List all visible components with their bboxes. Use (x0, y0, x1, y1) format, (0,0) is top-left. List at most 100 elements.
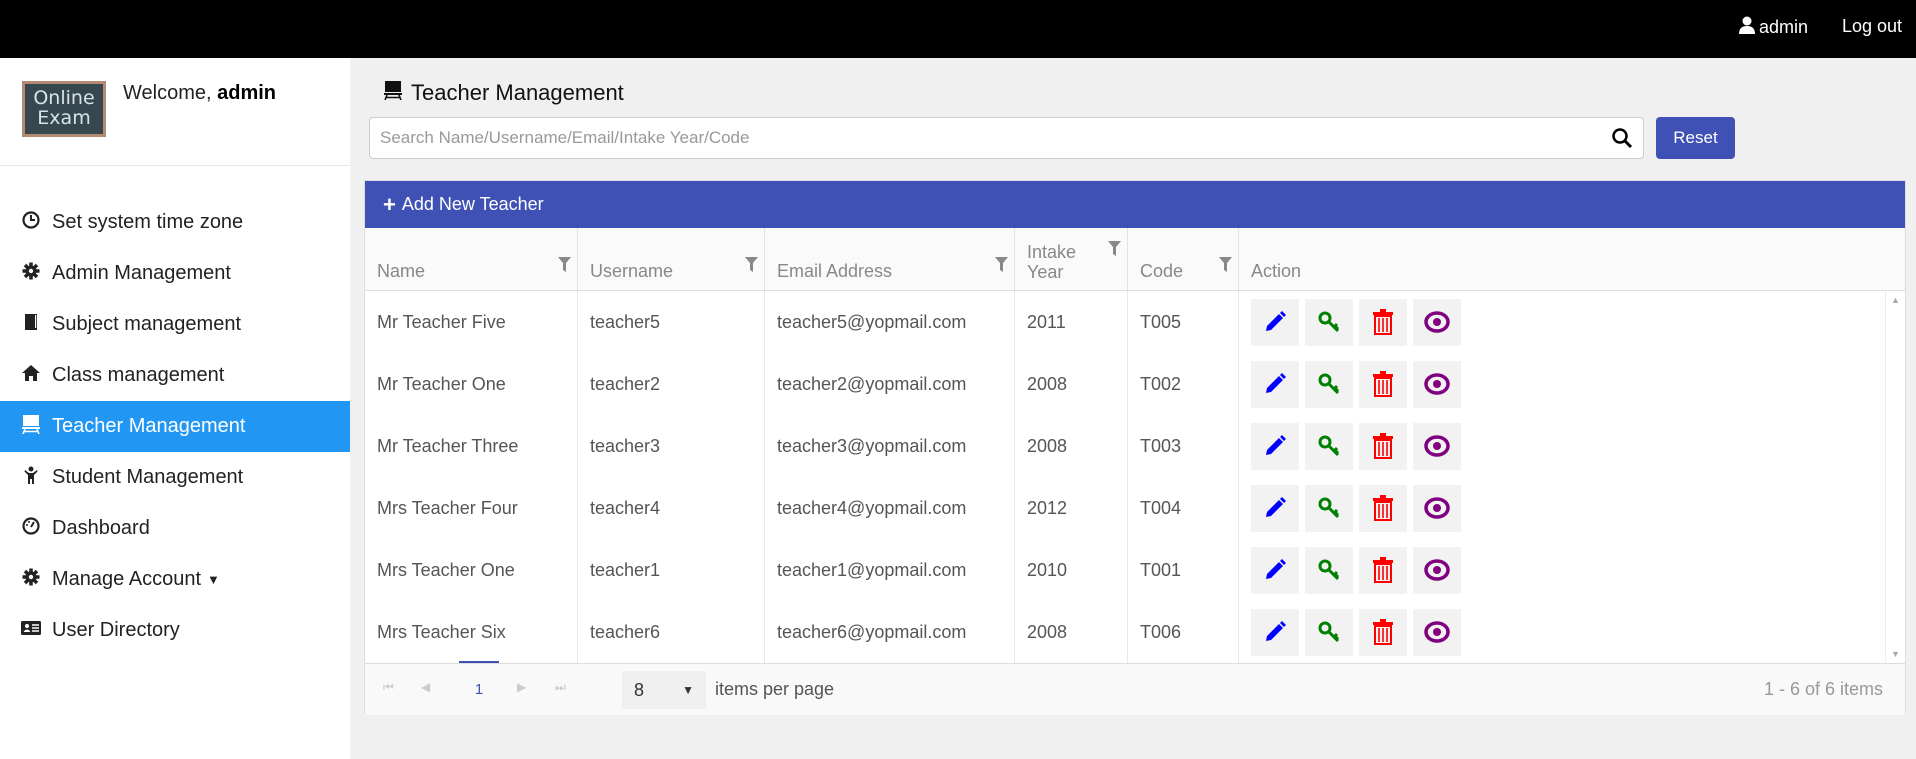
column-header-action[interactable]: Action (1239, 228, 1887, 290)
sidebar-item-label: Student Management (52, 466, 244, 488)
sidebar-item-student-management[interactable]: Student Management (0, 452, 350, 503)
sidebar-item-user-directory[interactable]: User Directory (0, 605, 350, 656)
eye-icon (1424, 497, 1450, 519)
delete-button[interactable] (1359, 422, 1407, 470)
sidebar-item-label: Class management (52, 364, 225, 386)
page-number[interactable]: 1 (459, 661, 499, 698)
filter-icon[interactable] (558, 256, 571, 277)
table-row[interactable]: Mrs Teacher Six teacher6 teacher6@yopmail.… (365, 601, 1905, 663)
cell-actions (1239, 291, 1887, 353)
reset-password-button[interactable] (1305, 546, 1353, 594)
edit-button[interactable] (1251, 484, 1299, 532)
column-header-intake-year[interactable]: Intake Year (1015, 228, 1128, 290)
last-page-icon[interactable]: ⏭ (555, 680, 566, 695)
column-header-label: Action (1251, 261, 1302, 281)
add-new-teacher-label: Add New Teacher (401, 194, 544, 214)
view-button[interactable] (1413, 546, 1461, 594)
column-header-username[interactable]: Username (578, 228, 765, 290)
view-button[interactable] (1413, 484, 1461, 532)
table-row[interactable]: Mr Teacher Five teacher5 teacher5@yopmail.… (365, 291, 1905, 353)
reset-password-button[interactable] (1305, 422, 1353, 470)
page-size-select[interactable]: 8 ▼ (622, 671, 706, 709)
dashboard-icon (20, 517, 42, 540)
cell-username: teacher5 (578, 291, 765, 353)
user-name: admin (1758, 17, 1808, 37)
cell-email: teacher5@yopmail.com (765, 291, 1015, 353)
view-button[interactable] (1413, 298, 1461, 346)
filter-icon[interactable] (1108, 240, 1121, 261)
table-row[interactable]: Mr Teacher Three teacher3 teacher3@yopmail… (365, 415, 1905, 477)
cell-name: Mr Teacher Five (365, 291, 578, 353)
cell-username: teacher4 (578, 477, 765, 539)
sidebar-item-manage-account[interactable]: Manage Account ▼ (0, 554, 350, 605)
search-input[interactable] (370, 118, 1590, 158)
delete-button[interactable] (1359, 608, 1407, 656)
trash-icon (1372, 433, 1394, 459)
edit-button[interactable] (1251, 608, 1299, 656)
user-menu[interactable]: admin (1738, 16, 1808, 39)
divider (0, 165, 350, 166)
cell-intake-year: 2011 (1015, 291, 1128, 353)
column-header-label: Username (590, 261, 674, 281)
key-icon (1317, 310, 1341, 334)
column-header-email-address[interactable]: Email Address (765, 228, 1015, 290)
cell-name: Mrs Teacher Four (365, 477, 578, 539)
cell-code: T002 (1128, 353, 1239, 415)
table-row[interactable]: Mr Teacher One teacher2 teacher2@yopmail.c… (365, 353, 1905, 415)
sidebar-item-subject-management[interactable]: Subject management (0, 299, 350, 350)
reset-password-button[interactable] (1305, 360, 1353, 408)
first-page-icon[interactable]: ⏮ (383, 680, 394, 695)
table-row[interactable]: Mrs Teacher One teacher1 teacher1@yopmail.… (365, 539, 1905, 601)
scroll-up-icon[interactable]: ▲ (1891, 295, 1900, 305)
cell-username: teacher6 (578, 601, 765, 663)
delete-button[interactable] (1359, 298, 1407, 346)
delete-button[interactable] (1359, 360, 1407, 408)
reset-password-button[interactable] (1305, 608, 1353, 656)
sidebar: Online Exam Welcome, admin Set system tim… (0, 58, 350, 759)
pencil-icon (1263, 434, 1287, 458)
column-header-code[interactable]: Code (1128, 228, 1239, 290)
sidebar-item-admin-management[interactable]: Admin Management (0, 248, 350, 299)
column-header-label: Code (1140, 261, 1184, 281)
next-page-icon[interactable]: ▶ (517, 680, 526, 694)
delete-button[interactable] (1359, 484, 1407, 532)
edit-button[interactable] (1251, 360, 1299, 408)
column-header-label: Email Address (777, 261, 893, 281)
filter-icon[interactable] (995, 256, 1008, 277)
sidebar-item-label: Manage Account (52, 568, 201, 590)
search-box (369, 117, 1644, 159)
logout-link[interactable]: Log out (1842, 16, 1902, 37)
filter-icon[interactable] (1219, 256, 1232, 277)
plus-icon: + (383, 191, 396, 217)
delete-button[interactable] (1359, 546, 1407, 594)
cell-name: Mrs Teacher Six (365, 601, 578, 663)
sidebar-item-label: Subject management (52, 313, 242, 335)
scroll-down-icon[interactable]: ▼ (1891, 649, 1900, 659)
sidebar-item-dashboard[interactable]: Dashboard (0, 503, 350, 554)
sidebar-item-set-system-time-zone[interactable]: Set system time zone (0, 197, 350, 248)
table-row[interactable]: Mrs Teacher Four teacher4 teacher4@yopmail… (365, 477, 1905, 539)
edit-button[interactable] (1251, 422, 1299, 470)
vertical-scrollbar[interactable]: ▲ ▼ (1885, 291, 1905, 663)
reset-password-button[interactable] (1305, 484, 1353, 532)
user-icon (1738, 16, 1755, 39)
sidebar-item-teacher-management[interactable]: Teacher Management (0, 401, 350, 452)
add-new-teacher-button[interactable]: + Add New Teacher (365, 181, 1905, 228)
view-button[interactable] (1413, 360, 1461, 408)
sidebar-item-class-management[interactable]: Class management (0, 350, 350, 401)
filter-icon[interactable] (745, 256, 758, 277)
search-icon[interactable] (1611, 127, 1633, 154)
view-button[interactable] (1413, 422, 1461, 470)
key-icon (1317, 558, 1341, 582)
cell-username: teacher1 (578, 539, 765, 601)
view-button[interactable] (1413, 608, 1461, 656)
reset-button[interactable]: Reset (1656, 117, 1735, 159)
cell-email: teacher6@yopmail.com (765, 601, 1015, 663)
prev-page-icon[interactable]: ◀ (421, 680, 430, 694)
column-header-name[interactable]: Name (365, 228, 578, 290)
edit-button[interactable] (1251, 546, 1299, 594)
reset-password-button[interactable] (1305, 298, 1353, 346)
item-count: 1 - 6 of 6 items (1763, 679, 1883, 699)
cell-email: teacher3@yopmail.com (765, 415, 1015, 477)
edit-button[interactable] (1251, 298, 1299, 346)
